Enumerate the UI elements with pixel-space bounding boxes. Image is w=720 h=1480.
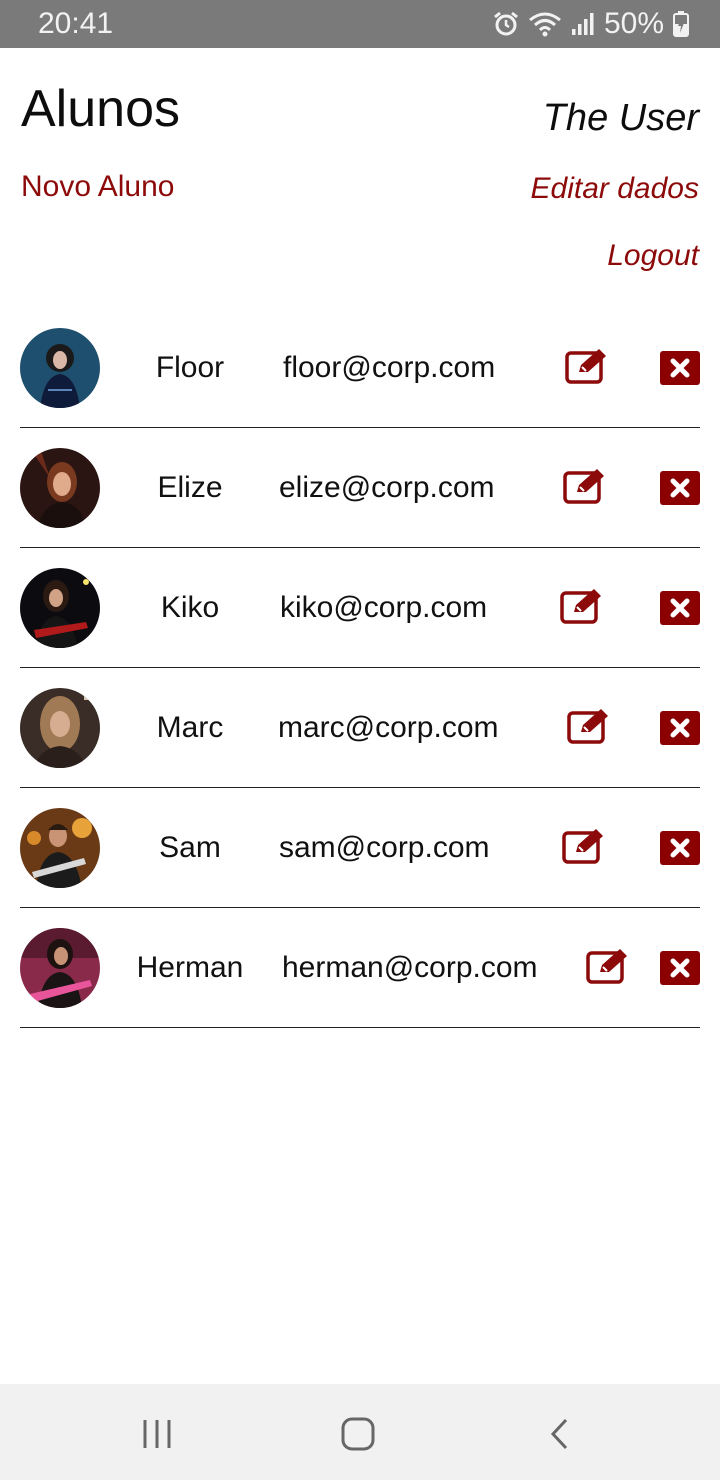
delete-button[interactable]	[660, 471, 700, 505]
delete-icon	[670, 478, 690, 498]
edit-icon	[567, 709, 608, 744]
edit-icon	[562, 829, 603, 864]
back-button[interactable]	[540, 1414, 580, 1454]
student-email: kiko@corp.com	[280, 591, 488, 624]
edit-button[interactable]	[586, 947, 630, 985]
home-icon	[341, 1417, 375, 1451]
student-email: herman@corp.com	[282, 951, 538, 984]
system-nav-bar	[0, 1384, 720, 1480]
student-row: Marc marc@corp.com	[20, 668, 700, 788]
avatar	[20, 928, 100, 1008]
status-icons: 50%	[492, 6, 690, 42]
delete-icon	[670, 598, 690, 618]
alarm-icon	[492, 10, 520, 38]
status-bar: 20:41 50%	[0, 0, 720, 48]
edit-button[interactable]	[562, 827, 606, 865]
delete-icon	[670, 838, 690, 858]
student-row: Elize elize@corp.com	[20, 428, 700, 548]
edit-icon	[586, 949, 627, 984]
student-email: elize@corp.com	[279, 471, 495, 504]
student-name: Elize	[157, 471, 223, 504]
user-name: The User	[542, 97, 699, 139]
student-email: floor@corp.com	[283, 351, 496, 384]
edit-button[interactable]	[563, 467, 607, 505]
battery-charging-icon	[672, 10, 690, 38]
recents-button[interactable]	[137, 1414, 177, 1454]
edit-button[interactable]	[565, 347, 609, 385]
home-button[interactable]	[338, 1414, 378, 1454]
avatar	[20, 328, 100, 408]
edit-icon	[560, 589, 601, 624]
edit-icon	[565, 349, 606, 384]
student-row: Sam sam@corp.com	[20, 788, 700, 908]
logout-link[interactable]: Logout	[607, 237, 699, 275]
delete-button[interactable]	[660, 831, 700, 865]
wifi-icon	[528, 10, 562, 38]
edit-button[interactable]	[567, 707, 611, 745]
back-icon	[550, 1418, 568, 1450]
battery-percent: 50%	[603, 7, 664, 40]
signal-icon	[570, 11, 596, 37]
student-name: Sam	[159, 831, 221, 864]
delete-icon	[670, 958, 690, 978]
recents-icon	[143, 1420, 171, 1448]
student-list: Floor floor@corp.com Elize elize@corp.co…	[20, 308, 700, 1028]
avatar	[20, 808, 100, 888]
avatar	[20, 568, 100, 648]
student-name: Floor	[155, 351, 225, 384]
student-email: sam@corp.com	[279, 831, 490, 864]
student-email: marc@corp.com	[278, 711, 499, 744]
edit-button[interactable]	[560, 587, 604, 625]
edit-data-link[interactable]: Editar dados	[531, 170, 699, 208]
student-row: Kiko kiko@corp.com	[20, 548, 700, 668]
delete-button[interactable]	[660, 711, 700, 745]
student-name: Kiko	[160, 591, 220, 624]
status-time: 20:41	[38, 7, 114, 40]
page-title: Alunos	[21, 80, 180, 138]
delete-icon	[670, 718, 690, 738]
student-name: Herman	[136, 951, 244, 984]
avatar	[20, 448, 100, 528]
delete-button[interactable]	[660, 351, 700, 385]
student-name: Marc	[156, 711, 224, 744]
new-student-link[interactable]: Novo Aluno	[21, 168, 174, 206]
student-row: Floor floor@corp.com	[20, 308, 700, 428]
delete-button[interactable]	[660, 591, 700, 625]
edit-icon	[563, 469, 604, 504]
delete-button[interactable]	[660, 951, 700, 985]
avatar	[20, 688, 100, 768]
student-row: Herman herman@corp.com	[20, 908, 700, 1028]
delete-icon	[670, 358, 690, 378]
